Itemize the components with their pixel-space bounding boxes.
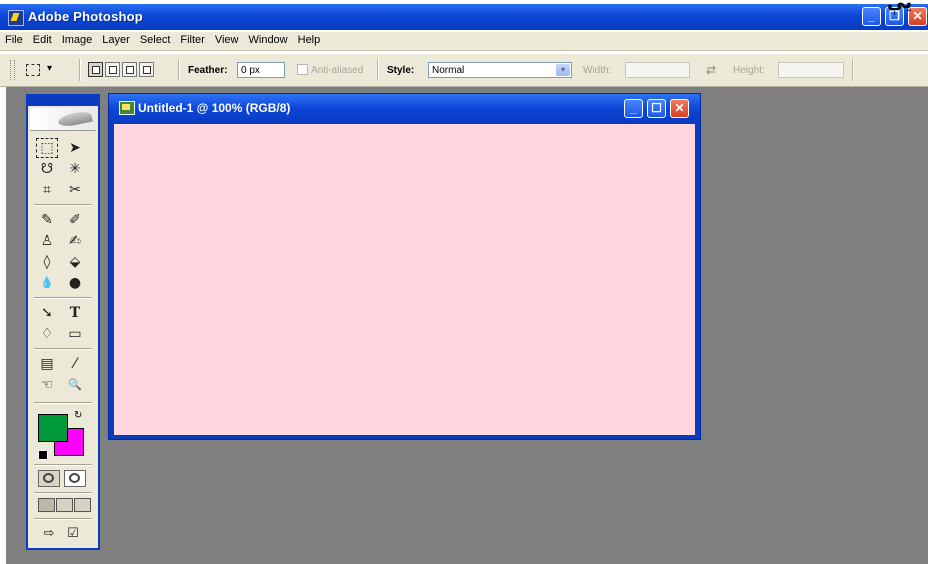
swap-colors-icon[interactable]: ↻ bbox=[74, 410, 82, 421]
document-canvas[interactable] bbox=[114, 124, 695, 435]
feather-input[interactable]: 0 px bbox=[237, 62, 285, 78]
pen-tool-icon[interactable]: ♢ bbox=[36, 324, 58, 344]
toolbox-divider bbox=[34, 464, 92, 466]
doc-close-button[interactable]: ✕ bbox=[670, 99, 689, 118]
paint-bucket-tool-icon[interactable]: ⬙ bbox=[64, 252, 86, 272]
move-tool-icon[interactable]: ➤ bbox=[64, 138, 86, 158]
options-divider bbox=[377, 59, 379, 81]
lasso-tool-icon[interactable]: ☋ bbox=[36, 159, 58, 179]
path-selection-tool-icon[interactable]: ➘ bbox=[36, 303, 58, 323]
new-selection-icon[interactable] bbox=[88, 62, 103, 77]
swap-width-height-icon[interactable]: ⇄ bbox=[706, 63, 716, 77]
dodge-tool-icon[interactable]: ● bbox=[64, 273, 86, 293]
zoom-tool-icon[interactable]: 🔍 bbox=[64, 375, 86, 395]
minimize-button[interactable]: _ bbox=[862, 7, 881, 26]
toolbox: ⬚ ➤ ☋ ✳ ⌗ ✂ ✎ ✐ ♙ ✍ ◊ ⬙ 💧 ● ➘ T ♢ ▭ ▤ ⁄ … bbox=[26, 94, 100, 550]
select-arrow-icon: ▾ bbox=[556, 64, 570, 76]
magic-wand-tool-icon[interactable]: ✳ bbox=[64, 159, 86, 179]
toolbox-divider bbox=[34, 518, 92, 520]
toolbox-divider bbox=[34, 492, 92, 494]
antialiased-label: Anti-aliased bbox=[311, 65, 364, 76]
menu-select[interactable]: Select bbox=[135, 32, 176, 46]
photoshop-app: Adobe Photoshop _ ❐ ✕ يې File Edit Image La… bbox=[0, 0, 928, 564]
intersect-selection-icon[interactable] bbox=[139, 62, 154, 77]
menu-filter[interactable]: Filter bbox=[175, 32, 209, 46]
width-input[interactable] bbox=[625, 62, 690, 78]
eyedropper-tool-icon[interactable]: ⁄ bbox=[64, 354, 86, 374]
healing-brush-tool-icon[interactable]: ✎ bbox=[36, 210, 58, 230]
height-label: Height: bbox=[733, 65, 765, 76]
notes-tool-icon[interactable]: ▤ bbox=[36, 354, 58, 374]
menu-window[interactable]: Window bbox=[244, 32, 293, 46]
jump-to-imageready-icon[interactable]: ⇨ bbox=[38, 524, 60, 544]
crop-tool-icon[interactable]: ⌗ bbox=[36, 180, 58, 200]
quick-mask-mode-button[interactable] bbox=[64, 470, 86, 487]
height-input[interactable] bbox=[778, 62, 844, 78]
standard-mode-button[interactable] bbox=[38, 470, 60, 487]
toolbox-divider bbox=[34, 204, 92, 206]
document-title-bar[interactable]: Untitled-1 @ 100% (RGB/8) _ ☐ ✕ bbox=[109, 94, 700, 122]
type-tool-icon[interactable]: T bbox=[64, 303, 86, 323]
menu-image[interactable]: Image bbox=[57, 32, 98, 46]
options-divider bbox=[178, 59, 180, 81]
preset-dropdown-icon: ▾ bbox=[47, 63, 53, 74]
style-select-value: Normal bbox=[432, 65, 465, 76]
app-title: Adobe Photoshop bbox=[28, 9, 143, 24]
style-select[interactable]: Normal ▾ bbox=[428, 62, 572, 78]
marquee-preset-icon bbox=[26, 64, 40, 76]
menu-layer[interactable]: Layer bbox=[97, 32, 135, 46]
add-to-selection-icon[interactable] bbox=[105, 62, 120, 77]
toolbox-divider bbox=[34, 297, 92, 299]
hand-tool-icon[interactable]: ☜ bbox=[36, 375, 58, 395]
clone-stamp-tool-icon[interactable]: ♙ bbox=[36, 231, 58, 251]
foreground-color-swatch[interactable] bbox=[38, 414, 68, 442]
rectangle-tool-icon[interactable]: ▭ bbox=[64, 324, 86, 344]
checkmark-icon[interactable]: ☑ bbox=[62, 524, 84, 544]
toolbox-divider bbox=[34, 348, 92, 350]
doc-maximize-button[interactable]: ☐ bbox=[647, 99, 666, 118]
options-bar-grip[interactable] bbox=[10, 60, 15, 80]
eraser-tool-icon[interactable]: ◊ bbox=[36, 252, 58, 272]
selection-mode-group bbox=[88, 62, 168, 78]
title-overflow-text: يې bbox=[887, 0, 912, 13]
photoshop-logo-icon bbox=[8, 10, 24, 26]
options-divider bbox=[852, 59, 854, 81]
menu-edit[interactable]: Edit bbox=[28, 32, 57, 46]
style-label: Style: bbox=[387, 65, 415, 76]
feather-label: Feather: bbox=[188, 65, 228, 76]
default-colors-icon[interactable] bbox=[38, 450, 48, 460]
brush-tool-icon[interactable]: ✐ bbox=[64, 210, 86, 230]
antialiased-checkbox[interactable] bbox=[297, 64, 308, 75]
menu-help[interactable]: Help bbox=[293, 32, 326, 46]
full-screen-mode-button[interactable] bbox=[74, 498, 91, 512]
subtract-from-selection-icon[interactable] bbox=[122, 62, 137, 77]
document-image-icon bbox=[119, 101, 135, 115]
app-title-bar[interactable]: Adobe Photoshop _ ❐ ✕ bbox=[0, 4, 928, 30]
options-bar: ▾ Feather: 0 px Anti-aliased Style: Norm… bbox=[0, 54, 928, 87]
toolbox-header[interactable] bbox=[28, 96, 98, 106]
options-divider bbox=[79, 59, 81, 81]
document-window: Untitled-1 @ 100% (RGB/8) _ ☐ ✕ bbox=[108, 93, 701, 440]
width-label: Width: bbox=[583, 65, 612, 76]
standard-screen-mode-button[interactable] bbox=[38, 498, 55, 512]
slice-tool-icon[interactable]: ✂ bbox=[64, 180, 86, 200]
menu-view[interactable]: View bbox=[210, 32, 244, 46]
adobe-feather-icon[interactable] bbox=[30, 108, 96, 131]
blur-tool-icon[interactable]: 💧 bbox=[36, 273, 58, 293]
document-title: Untitled-1 @ 100% (RGB/8) bbox=[138, 101, 291, 115]
full-screen-menu-mode-button[interactable] bbox=[56, 498, 73, 512]
menu-file[interactable]: File bbox=[0, 32, 28, 46]
history-brush-tool-icon[interactable]: ✍ bbox=[64, 231, 86, 251]
tool-preset-picker[interactable]: ▾ bbox=[26, 62, 58, 78]
toolbox-divider bbox=[34, 402, 92, 404]
menu-bar: File Edit Image Layer Select Filter View Window… bbox=[0, 32, 928, 51]
doc-minimize-button[interactable]: _ bbox=[624, 99, 643, 118]
rect-marquee-tool-icon[interactable]: ⬚ bbox=[36, 138, 58, 158]
